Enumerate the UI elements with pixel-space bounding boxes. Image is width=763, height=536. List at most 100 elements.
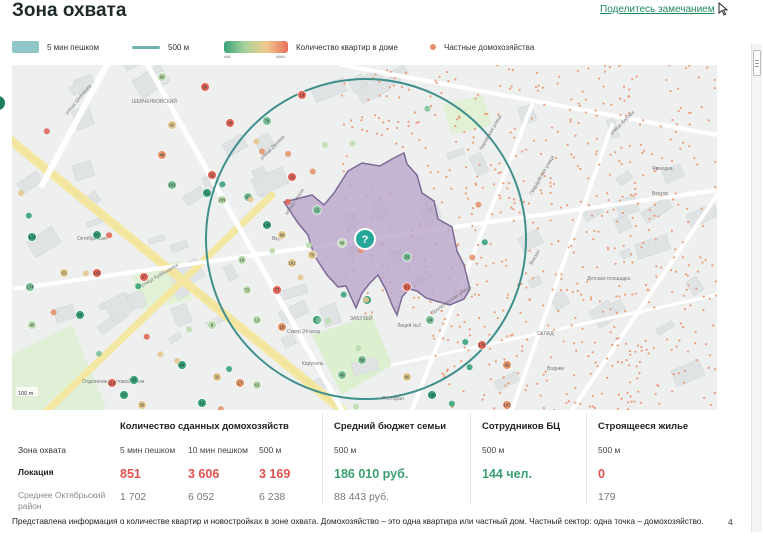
private-household-dot: [670, 159, 674, 162]
private-household-dot: [556, 82, 559, 85]
private-household-dot: [632, 194, 635, 197]
private-household-dot: [641, 151, 644, 154]
private-household-dot: [345, 155, 348, 158]
private-household-dot: [580, 200, 583, 203]
private-household-dot: [453, 365, 456, 368]
stats-divider: [470, 414, 471, 504]
vertical-scrollbar[interactable]: [751, 44, 762, 532]
private-household-dot: [572, 251, 575, 254]
private-household-dot: [653, 203, 657, 206]
private-household-dot: [496, 317, 499, 320]
private-household-dot: [442, 322, 445, 325]
building-marker-dot: [50, 309, 57, 316]
private-household-dot: [704, 259, 707, 262]
private-household-dot: [576, 282, 579, 285]
private-household-dot: [435, 81, 438, 84]
private-household-dot: [629, 193, 633, 196]
private-household-dot: [613, 247, 616, 250]
building-count-label: 60: [160, 75, 165, 80]
private-household-dot: [342, 170, 345, 173]
households-header: Количество сданных домохозяйств: [120, 421, 289, 432]
private-household-dot: [700, 106, 703, 109]
private-household-dot: [463, 346, 466, 349]
private-household-dot: [645, 284, 648, 287]
private-household-dot: [611, 343, 614, 347]
private-household-dot: [574, 401, 577, 404]
private-household-dot: [657, 215, 660, 218]
private-household-dot: [511, 333, 514, 336]
private-household-dot: [706, 66, 709, 69]
private-household-dot: [596, 365, 599, 368]
private-household-dot: [679, 147, 682, 150]
private-household-dot: [440, 201, 444, 204]
private-household-dot: [640, 246, 643, 249]
building-marker-dot: [143, 333, 150, 340]
building-count-label: 58: [360, 358, 365, 363]
building-marker-dot: [106, 232, 113, 239]
private-household-dot: [621, 211, 625, 215]
private-household-dot: [342, 123, 346, 126]
private-household-dot: [674, 270, 678, 273]
private-household-dot: [609, 153, 612, 156]
private-household-dot: [407, 125, 410, 128]
private-household-dot: [477, 93, 480, 96]
private-household-dot: [615, 295, 618, 298]
private-household-dot: [502, 182, 505, 185]
private-household-dot: [687, 284, 690, 287]
building-count-label: 76: [265, 119, 270, 124]
private-household-dot: [661, 157, 664, 160]
building-marker-dot: [82, 270, 89, 277]
private-household-dot: [629, 381, 632, 384]
building-marker-dot: [25, 212, 32, 219]
stats-divider: [322, 414, 323, 504]
private-household-dot: [526, 384, 529, 387]
building-marker-dot: [135, 283, 142, 290]
private-household-dot: [507, 382, 510, 385]
private-household-dot: [622, 85, 626, 88]
private-household-dot: [465, 166, 468, 169]
private-household-dot: [584, 111, 587, 114]
building-marker-dot: [284, 198, 291, 205]
private-household-dot: [634, 187, 637, 190]
private-household-dot: [686, 350, 690, 353]
building-count-label: 77: [275, 288, 280, 293]
building-marker-dot: [424, 105, 431, 112]
share-feedback-link[interactable]: Поделитесь замечанием: [600, 4, 715, 15]
private-household-dot: [542, 373, 545, 376]
private-household-dot: [587, 67, 590, 70]
private-household-dot: [450, 187, 453, 190]
building-count-label: 42: [505, 363, 510, 368]
map-canvas[interactable]: ШЕВЧЕНКОВСКИЙулица Шевченкоулица ЛенинаО…: [12, 65, 717, 410]
private-household-dot: [507, 68, 510, 71]
private-household-dot: [456, 341, 459, 344]
location-marker[interactable]: ?: [354, 228, 376, 250]
private-household-dot: [448, 169, 451, 172]
private-household-dot: [382, 121, 385, 124]
private-household-dot: [351, 126, 354, 129]
building-marker-dot: [253, 138, 260, 145]
private-household-dot: [638, 360, 642, 363]
private-household-dot: [628, 144, 631, 147]
private-household-dot: [596, 266, 599, 269]
private-household-dot: [485, 112, 488, 116]
private-household-dot: [590, 296, 593, 299]
private-household-dot: [506, 187, 509, 190]
scrollbar-thumb[interactable]: [753, 50, 761, 76]
private-household-dot: [446, 338, 450, 341]
private-household-dot: [608, 65, 611, 69]
side-tab-marker[interactable]: [0, 96, 5, 110]
private-household-dot: [607, 199, 610, 202]
private-household-dot: [488, 363, 491, 366]
scale-label: 100 m: [18, 391, 34, 397]
private-household-dot: [532, 221, 535, 224]
private-household-dot: [539, 394, 542, 397]
private-household-dot: [500, 339, 503, 342]
legend-walk-area: 5 мин пешком: [12, 40, 99, 54]
building-count-label: 105: [94, 271, 102, 276]
private-household-dot: [460, 359, 463, 362]
coverage-map[interactable]: ШЕВЧЕНКОВСКИЙ улица Шевченко улица Ленина О…: [12, 65, 717, 410]
private-household-dot: [629, 253, 633, 256]
private-household-dot: [364, 312, 367, 315]
building-count-label: 70: [310, 253, 315, 258]
private-household-dot: [614, 262, 617, 265]
